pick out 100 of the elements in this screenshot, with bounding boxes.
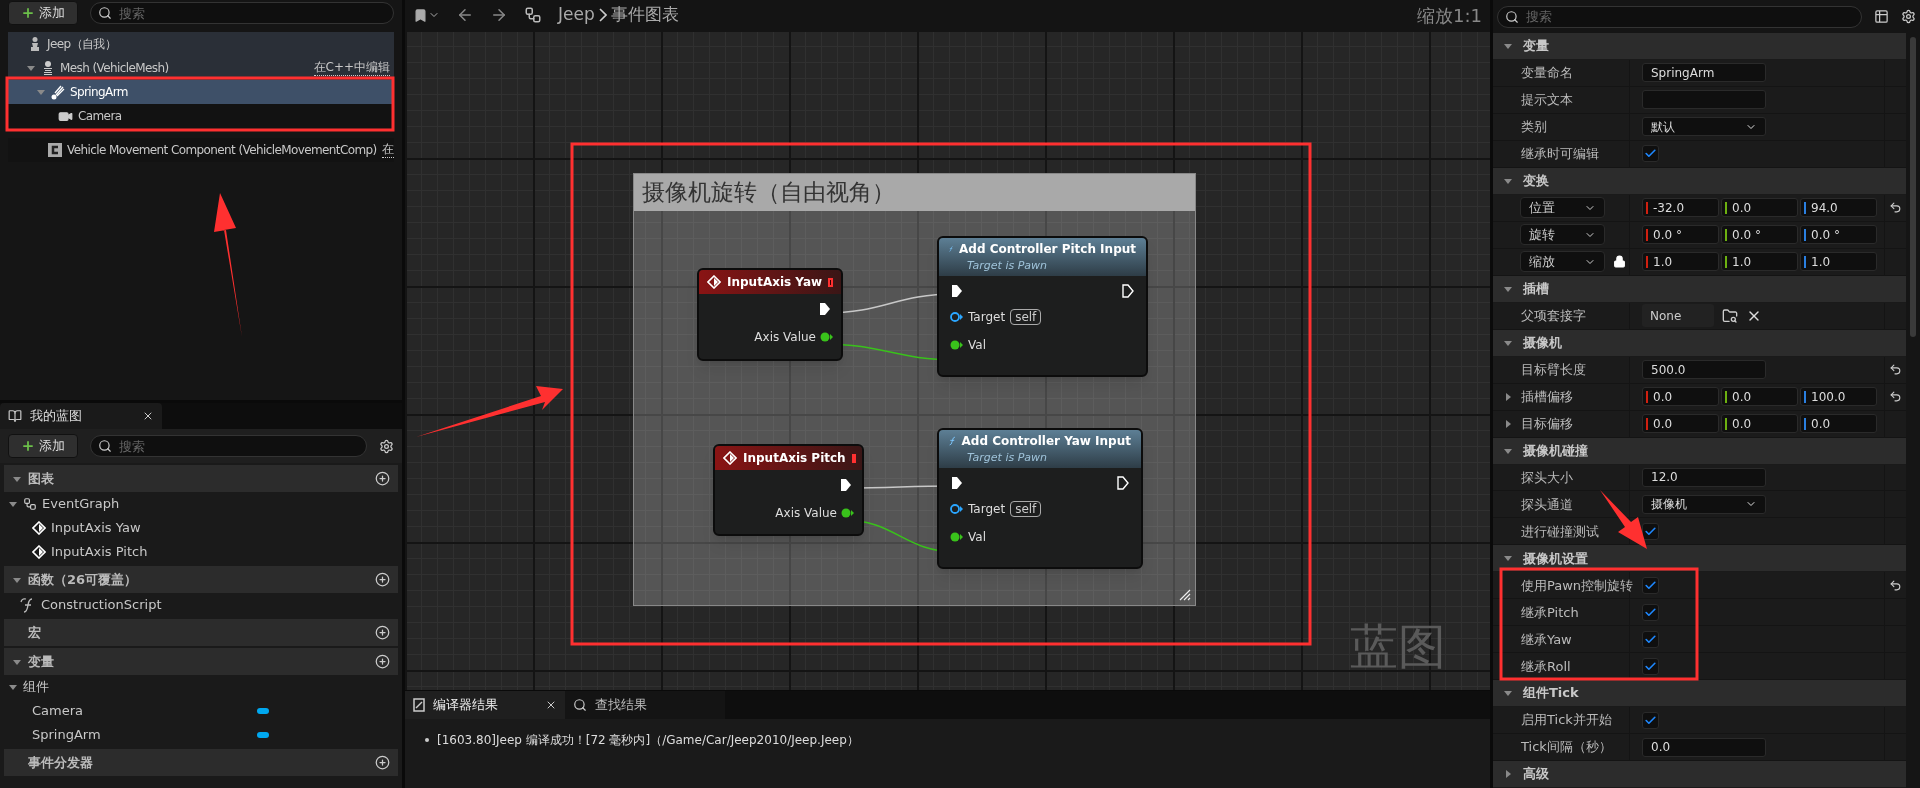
section-header[interactable]: 事件分发器 xyxy=(4,749,398,776)
delegate-pin-icon[interactable] xyxy=(851,453,856,463)
float-pin-icon[interactable] xyxy=(820,332,833,342)
tree-item[interactable]: Jeep（自我） xyxy=(8,32,394,56)
function-node[interactable]: Add Controller Pitch Input Target is Pawn Target self Val xyxy=(937,236,1148,377)
category-header[interactable]: 高级 xyxy=(1493,761,1906,788)
list-item[interactable]: InputAxis Pitch xyxy=(0,540,402,564)
add-icon[interactable] xyxy=(375,471,390,486)
breadcrumb-link[interactable]: Jeep xyxy=(558,2,595,28)
resize-handle-icon[interactable] xyxy=(1179,589,1191,601)
float-pin-icon[interactable] xyxy=(841,508,854,518)
category-header[interactable]: 摄像机 xyxy=(1493,329,1906,357)
text-field[interactable]: 0.0 xyxy=(1642,737,1766,757)
edit-in-cpp-link[interactable]: 在 xyxy=(381,142,394,158)
close-icon[interactable] xyxy=(545,699,557,711)
number-field[interactable]: 0.0 xyxy=(1721,198,1798,218)
number-field[interactable]: 1.0 xyxy=(1800,252,1877,272)
search-field[interactable]: 搜索 xyxy=(1497,5,1862,28)
add-icon[interactable] xyxy=(375,625,390,640)
number-field[interactable]: 1.0 xyxy=(1642,252,1719,272)
category-header[interactable]: 插槽 xyxy=(1493,275,1906,303)
list-item[interactable]: InputAxis Yaw xyxy=(0,516,402,540)
settings-icon[interactable] xyxy=(379,438,394,454)
transform-dropdown[interactable]: 位置 xyxy=(1520,197,1605,219)
expanded-arrow-icon[interactable] xyxy=(26,63,36,73)
collapsed-arrow-icon[interactable] xyxy=(1503,418,1513,429)
edit-in-cpp-link[interactable]: 在C++中编辑 xyxy=(313,60,390,76)
back-icon[interactable] xyxy=(456,6,474,24)
table-icon[interactable] xyxy=(1874,9,1889,24)
list-item[interactable]: 组件 xyxy=(0,675,402,699)
delegate-pin-icon[interactable] xyxy=(828,277,833,287)
number-field[interactable]: 1.0 xyxy=(1721,252,1798,272)
number-field[interactable]: 100.0 xyxy=(1800,387,1877,407)
event-node[interactable]: InputAxis Yaw Axis Value xyxy=(697,268,843,361)
float-pin-icon[interactable] xyxy=(950,340,963,350)
event-node[interactable]: InputAxis Pitch Axis Value xyxy=(713,444,864,536)
reset-icon[interactable] xyxy=(1889,578,1902,592)
exec-pin-icon[interactable] xyxy=(819,302,831,316)
panel-tab[interactable]: 我的蓝图 xyxy=(0,403,162,429)
checkbox[interactable] xyxy=(1642,657,1659,675)
socket-field[interactable]: None xyxy=(1642,304,1714,328)
exec-pin-icon[interactable] xyxy=(951,476,963,490)
category-header[interactable]: 变量 xyxy=(1493,33,1906,60)
search-field[interactable]: 搜索 xyxy=(90,435,367,457)
breadcrumb-link[interactable]: 事件图表 xyxy=(610,2,679,28)
category-header[interactable]: 摄像机设置 xyxy=(1493,545,1906,573)
reset-icon[interactable] xyxy=(1889,201,1902,215)
number-field[interactable]: 94.0 xyxy=(1800,198,1877,218)
list-item[interactable]: SpringArm xyxy=(0,723,402,747)
tree-item[interactable]: Mesh (VehicleMesh) 在C++中编辑 xyxy=(8,56,394,80)
panel-tab[interactable]: 编译器结果 xyxy=(405,691,565,719)
list-item[interactable]: EventGraph xyxy=(0,492,402,516)
transform-dropdown[interactable]: 缩放 xyxy=(1520,251,1605,273)
checkbox[interactable] xyxy=(1642,576,1659,594)
panel-tab[interactable]: 查找结果 xyxy=(565,691,725,719)
checkbox[interactable] xyxy=(1642,145,1659,163)
settings-icon[interactable] xyxy=(1901,9,1916,24)
section-header[interactable]: 函数（26可覆盖） xyxy=(4,566,398,593)
category-header[interactable]: 变换 xyxy=(1493,167,1906,195)
text-field[interactable]: 12.0 xyxy=(1642,468,1766,487)
exec-pin-icon[interactable] xyxy=(840,478,852,492)
reset-icon[interactable] xyxy=(1889,390,1902,404)
reset-icon[interactable] xyxy=(1889,363,1902,377)
search-field[interactable]: 搜索 xyxy=(90,2,394,24)
number-field[interactable]: 0.0 xyxy=(1642,414,1719,434)
float-pin-icon[interactable] xyxy=(950,532,963,542)
number-field[interactable]: 0.0 xyxy=(1721,387,1798,407)
number-field[interactable]: 0.0 xyxy=(1800,414,1877,434)
transform-dropdown[interactable]: 旋转 xyxy=(1520,224,1605,246)
expanded-arrow-icon[interactable] xyxy=(8,682,18,692)
add-icon[interactable] xyxy=(375,755,390,770)
checkbox[interactable] xyxy=(1642,603,1659,621)
collapsed-arrow-icon[interactable] xyxy=(1503,391,1513,402)
number-field[interactable]: 0.0 ° xyxy=(1721,225,1798,245)
dropdown[interactable]: 摄像机 xyxy=(1642,494,1766,514)
expanded-arrow-icon[interactable] xyxy=(1503,41,1513,51)
dropdown[interactable]: 默认 xyxy=(1642,117,1766,137)
text-field[interactable] xyxy=(1642,90,1766,110)
section-header[interactable]: 变量 xyxy=(4,648,398,675)
pin-value-field[interactable]: self xyxy=(1010,309,1042,325)
pin-value-field[interactable]: self xyxy=(1010,501,1042,517)
text-field[interactable]: SpringArm xyxy=(1642,63,1766,83)
object-pin-icon[interactable] xyxy=(950,504,963,514)
object-pin-icon[interactable] xyxy=(950,312,963,322)
checkbox[interactable] xyxy=(1642,630,1659,648)
browse-icon[interactable] xyxy=(1722,307,1738,324)
expanded-arrow-icon[interactable] xyxy=(8,499,18,509)
exec-pin-icon[interactable] xyxy=(951,284,963,298)
tree-item[interactable]: SpringArm xyxy=(8,80,394,104)
checkbox[interactable] xyxy=(1642,711,1659,729)
category-header[interactable]: 组件Tick xyxy=(1493,680,1906,708)
list-item[interactable]: Camera xyxy=(0,699,402,723)
section-header[interactable]: 图表 xyxy=(4,465,398,492)
number-field[interactable]: -32.0 xyxy=(1642,198,1719,218)
bookmark-button[interactable] xyxy=(413,7,440,23)
close-icon[interactable] xyxy=(142,410,154,422)
add-button[interactable]: 添加 xyxy=(8,434,78,458)
number-field[interactable]: 0.0 ° xyxy=(1800,225,1877,245)
add-icon[interactable] xyxy=(375,572,390,587)
category-header[interactable]: 摄像机碰撞 xyxy=(1493,437,1906,465)
